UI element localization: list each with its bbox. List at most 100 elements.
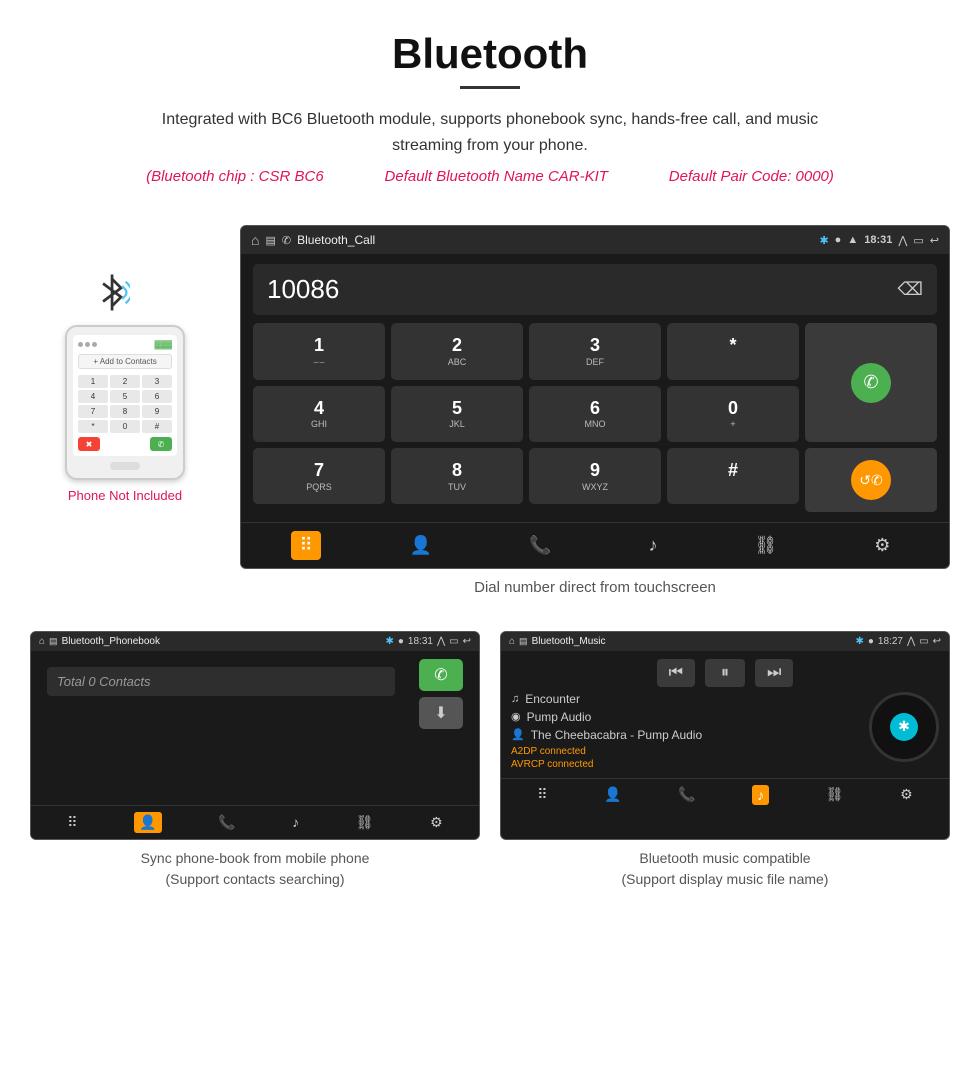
menu-icon-mu[interactable]: ▤ <box>519 636 528 647</box>
a2dp-status: A2DP connected <box>511 746 859 757</box>
phone-screen: ▓▓▓ + Add to Contacts 1 2 3 4 5 6 7 8 9 … <box>73 335 177 456</box>
key-6[interactable]: 6MNO <box>529 386 661 442</box>
key-9[interactable]: 9WXYZ <box>529 448 661 504</box>
prev-button[interactable]: ⏮ <box>657 659 695 687</box>
key-7[interactable]: 7PQRS <box>253 448 385 504</box>
contacts-icon-pb[interactable]: 👤 <box>134 812 161 833</box>
phone-key[interactable]: 5 <box>110 390 140 403</box>
dialpad-icon-pb[interactable]: ⠿ <box>67 814 77 831</box>
key-2[interactable]: 2ABC <box>391 323 523 379</box>
music-nav-icon[interactable]: ♪ <box>640 531 665 560</box>
music-caption-line2: (Support display music file name) <box>622 871 829 887</box>
link-nav-icon[interactable]: ⛓ <box>746 531 785 560</box>
phone-end-btn[interactable]: ✖ <box>78 437 100 451</box>
phonebook-search-area: Total 0 Contacts <box>39 659 403 704</box>
key-star[interactable]: * <box>667 323 799 379</box>
phone-key[interactable]: # <box>142 420 172 433</box>
phone-home-btn[interactable] <box>110 462 140 470</box>
back-icon[interactable]: ↩ <box>930 234 939 247</box>
back-mu[interactable]: ↩ <box>933 636 941 647</box>
calllog-icon-pb[interactable]: 📞 <box>218 814 235 831</box>
phone-call-row: ✖ ✆ <box>78 437 172 451</box>
expand-pb[interactable]: ⋀ <box>437 636 445 647</box>
window-mu[interactable]: ▭ <box>919 636 928 647</box>
music-item: ⌂ ▤ Bluetooth_Music ✱ ● 18:27 ⋀ ▭ ↩ ⏮ ⏸ … <box>500 631 950 890</box>
key-8[interactable]: 8TUV <box>391 448 523 504</box>
settings-icon-mu[interactable]: ⚙ <box>900 786 913 803</box>
window-pb[interactable]: ▭ <box>449 636 458 647</box>
music-bottom-nav: ⠿ 👤 📞 ♪ ⛓ ⚙ <box>501 778 949 811</box>
key-3[interactable]: 3DEF <box>529 323 661 379</box>
app-name-label: Bluetooth_Call <box>297 233 375 247</box>
contacts-search-bar[interactable]: Total 0 Contacts <box>47 667 395 696</box>
call-log-nav-icon[interactable]: 📞 <box>521 531 559 560</box>
avrcp-status: AVRCP connected <box>511 759 859 770</box>
signal-icon: ▲ <box>847 234 858 246</box>
contacts-icon-mu[interactable]: 👤 <box>604 786 621 803</box>
page-header: Bluetooth Integrated with BC6 Bluetooth … <box>0 0 980 215</box>
key-0[interactable]: 0+ <box>667 386 799 442</box>
contacts-nav-icon[interactable]: 👤 <box>402 531 440 560</box>
bluetooth-specs: (Bluetooth chip : CSR BC6 Default Blueto… <box>20 168 960 185</box>
phone-key[interactable]: 4 <box>78 390 108 403</box>
phone-call-btn[interactable]: ✆ <box>150 437 172 451</box>
phone-top-bar: ▓▓▓ <box>78 340 172 349</box>
key-1[interactable]: 1⌣⌣ <box>253 323 385 379</box>
phone-key[interactable]: 9 <box>142 405 172 418</box>
add-contacts-btn[interactable]: + Add to Contacts <box>78 354 172 369</box>
bluetooth-icon <box>95 270 130 315</box>
link-icon-pb[interactable]: ⛓ <box>356 814 374 831</box>
home-icon-mu[interactable]: ⌂ <box>509 636 515 647</box>
artist-name: The Cheebacabra - Pump Audio <box>531 728 702 742</box>
back-pb[interactable]: ↩ <box>463 636 471 647</box>
phone-key[interactable]: 8 <box>110 405 140 418</box>
phone-key[interactable]: 7 <box>78 405 108 418</box>
settings-nav-icon[interactable]: ⚙ <box>866 531 898 560</box>
dialpad-nav-icon[interactable]: ⠿ <box>291 531 320 560</box>
music-icon-pb[interactable]: ♪ <box>292 814 299 830</box>
settings-icon-pb[interactable]: ⚙ <box>430 814 443 831</box>
redial-circle-icon: ↺✆ <box>851 460 891 500</box>
expand-icon[interactable]: ⋀ <box>898 234 907 247</box>
phone-key[interactable]: 1 <box>78 375 108 388</box>
link-icon-mu[interactable]: ⛓ <box>826 786 844 803</box>
bt-icon-pb: ✱ <box>385 636 393 647</box>
music-icon-mu[interactable]: ♪ <box>752 785 769 805</box>
phonebook-content: Total 0 Contacts ✆ ⬇ <box>31 651 479 745</box>
key-hash[interactable]: # <box>667 448 799 504</box>
bt-center-icon: ✱ <box>890 713 918 741</box>
bt-code-spec: Default Pair Code: 0000) <box>669 168 834 185</box>
expand-mu[interactable]: ⋀ <box>907 636 915 647</box>
dial-screen-section: ⌂ ▤ ✆ Bluetooth_Call ✱ ● ▲ 18:31 ⋀ ▭ ↩ 1… <box>240 225 950 596</box>
phone-numpad: 1 2 3 4 5 6 7 8 9 * 0 # <box>78 375 172 433</box>
phonebook-status-bar: ⌂ ▤ Bluetooth_Phonebook ✱ ● 18:31 ⋀ ▭ ↩ <box>31 632 479 651</box>
play-pause-button[interactable]: ⏸ <box>705 659 745 687</box>
bt-name-spec: Default Bluetooth Name CAR-KIT <box>385 168 608 185</box>
next-button[interactable]: ⏭ <box>755 659 793 687</box>
menu-icon[interactable]: ▤ <box>265 234 275 247</box>
call-button[interactable]: ✆ <box>805 323 937 442</box>
phone-key[interactable]: * <box>78 420 108 433</box>
home-icon[interactable]: ⌂ <box>251 232 259 248</box>
phone-key[interactable]: 2 <box>110 375 140 388</box>
phone-key[interactable]: 0 <box>110 420 140 433</box>
phone-key[interactable]: 3 <box>142 375 172 388</box>
signal-pb: ● <box>398 636 404 647</box>
key-5[interactable]: 5JKL <box>391 386 523 442</box>
dialpad-icon-mu[interactable]: ⠿ <box>537 786 547 803</box>
window-icon[interactable]: ▭ <box>913 234 923 247</box>
download-contacts-button[interactable]: ⬇ <box>419 697 463 729</box>
music-status-right: ✱ ● 18:27 ⋀ ▭ ↩ <box>855 636 941 647</box>
backspace-button[interactable]: ⌫ <box>898 279 923 300</box>
redial-button[interactable]: ↺✆ <box>805 448 937 512</box>
key-4[interactable]: 4GHI <box>253 386 385 442</box>
home-icon-pb[interactable]: ⌂ <box>39 636 45 647</box>
phone-key[interactable]: 6 <box>142 390 172 403</box>
phonebook-caption-line1: Sync phone-book from mobile phone <box>141 850 370 866</box>
calllog-icon-mu[interactable]: 📞 <box>678 786 695 803</box>
call-circle-icon: ✆ <box>851 363 891 403</box>
menu-icon-pb[interactable]: ▤ <box>49 636 58 647</box>
phone-status-dots <box>78 342 97 347</box>
music-controls: ⏮ ⏸ ⏭ <box>501 651 949 692</box>
call-contact-button[interactable]: ✆ <box>419 659 463 691</box>
